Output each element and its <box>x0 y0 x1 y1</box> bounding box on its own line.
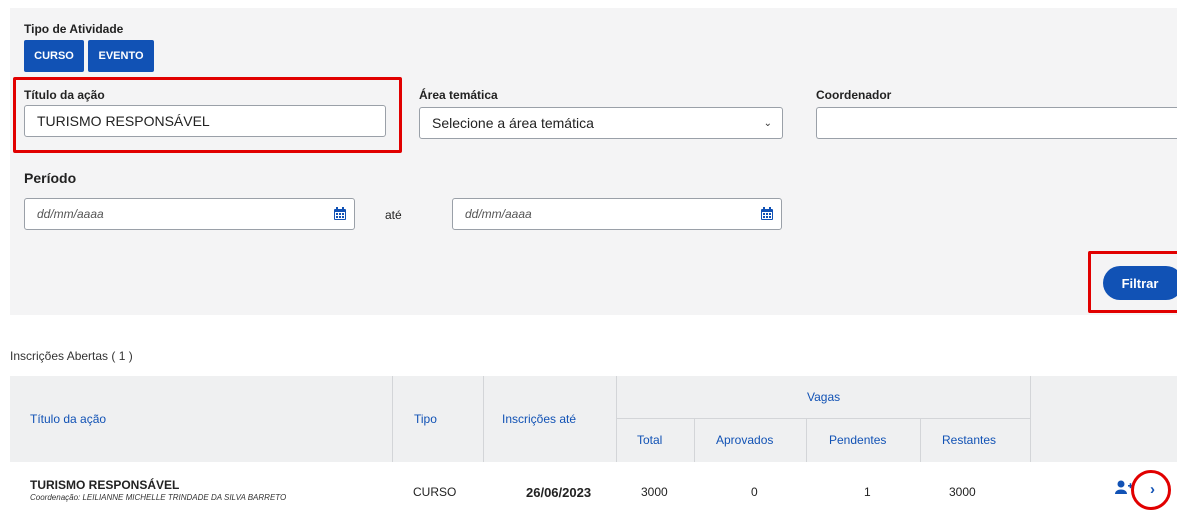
row-tipo: CURSO <box>413 485 457 499</box>
evento-button[interactable]: EVENTO <box>88 40 154 72</box>
col-divider <box>920 419 921 462</box>
filter-panel <box>10 8 1177 315</box>
curso-button[interactable]: CURSO <box>24 40 84 72</box>
chevron-highlight <box>1131 470 1171 510</box>
header-total[interactable]: Total <box>637 433 662 447</box>
col-divider <box>616 376 617 462</box>
date-end-placeholder: dd/mm/aaaa <box>465 207 532 221</box>
area-label: Área temática <box>419 88 498 102</box>
row-titulo: TURISMO RESPONSÁVEL <box>30 478 180 492</box>
col-divider <box>1030 376 1031 462</box>
table-header <box>10 376 1177 462</box>
col-divider <box>694 419 695 462</box>
header-aprovados[interactable]: Aprovados <box>716 433 773 447</box>
calendar-icon[interactable] <box>334 207 346 220</box>
date-start-input[interactable]: dd/mm/aaaa <box>24 198 355 230</box>
header-pendentes[interactable]: Pendentes <box>829 433 886 447</box>
row-coordenacao: Coordenação: LEILIANNE MICHELLE TRINDADE… <box>30 493 287 502</box>
area-select[interactable]: Selecione a área temática ⌄ <box>419 107 783 139</box>
ate-label: até <box>385 208 402 222</box>
col-divider <box>392 376 393 462</box>
row-aprovados: 0 <box>751 485 758 499</box>
col-divider <box>806 419 807 462</box>
area-select-value: Selecione a área temática <box>432 115 594 131</box>
row-total: 3000 <box>641 485 668 499</box>
header-inscricoes[interactable]: Inscrições até <box>502 412 576 426</box>
header-vagas: Vagas <box>807 390 841 404</box>
row-pendentes: 1 <box>864 485 871 499</box>
header-tipo[interactable]: Tipo <box>414 412 437 426</box>
chevron-down-icon: ⌄ <box>763 118 772 129</box>
filtrar-highlight <box>1088 251 1177 313</box>
date-start-placeholder: dd/mm/aaaa <box>37 207 104 221</box>
coordenador-label: Coordenador <box>816 88 892 102</box>
row-inscricoes: 26/06/2023 <box>526 485 592 500</box>
calendar-icon[interactable] <box>761 207 773 220</box>
results-title: Inscrições Abertas ( 1 ) <box>10 349 133 363</box>
titulo-highlight <box>13 77 402 153</box>
vagas-divider <box>616 418 1030 419</box>
periodo-label: Período <box>24 170 77 186</box>
date-end-input[interactable]: dd/mm/aaaa <box>452 198 782 230</box>
col-divider <box>483 376 484 462</box>
row-restantes: 3000 <box>949 485 976 499</box>
header-restantes[interactable]: Restantes <box>942 433 996 447</box>
tipo-atividade-label: Tipo de Atividade <box>24 22 124 36</box>
coordenador-input[interactable] <box>816 107 1177 139</box>
header-titulo[interactable]: Título da ação <box>30 412 106 426</box>
